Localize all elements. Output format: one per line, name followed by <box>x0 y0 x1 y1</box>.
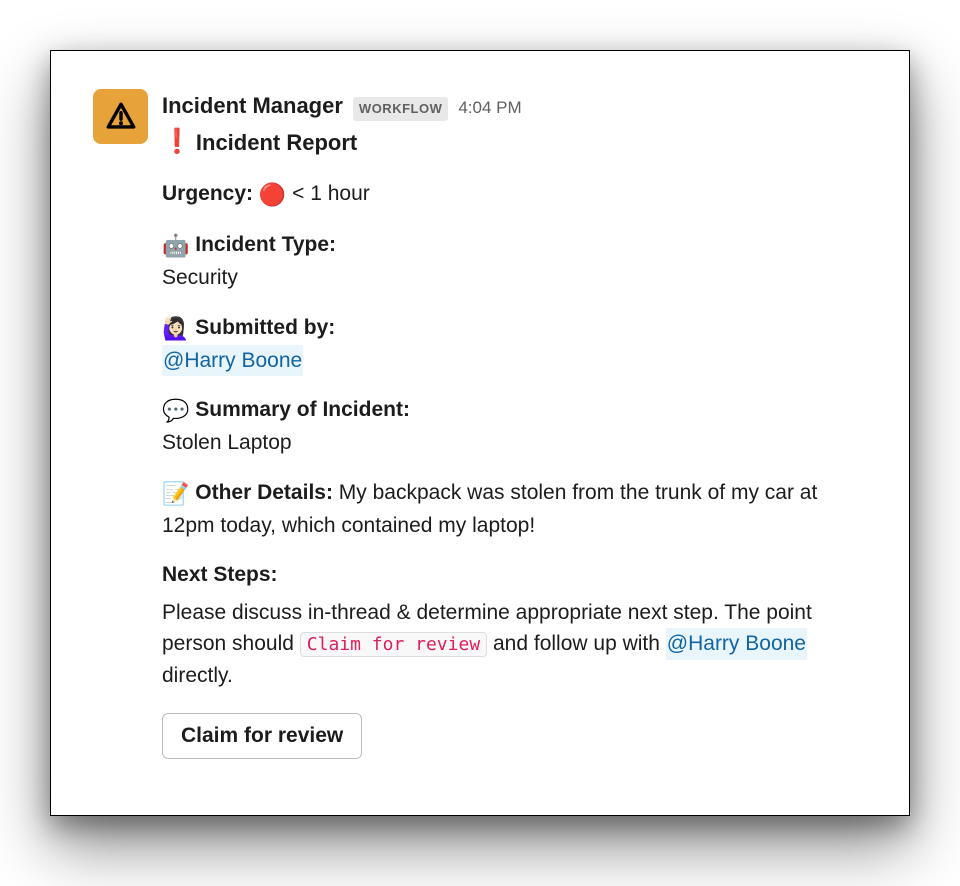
next-steps-mention[interactable]: @Harry Boone <box>666 628 807 660</box>
field-urgency: Urgency: 🔴 < 1 hour <box>162 178 867 211</box>
warning-icon <box>104 100 138 134</box>
submitter-mention[interactable]: @Harry Boone <box>162 345 303 377</box>
submitted-label: Submitted by: <box>195 316 335 339</box>
field-incident-type: 🤖 Incident Type: Security <box>162 229 867 294</box>
summary-value: Stolen Laptop <box>162 427 867 459</box>
message-header: Incident Manager WORKFLOW 4:04 PM <box>162 89 867 122</box>
next-steps-post: directly. <box>162 664 233 687</box>
field-other-details: 📝 Other Details: My backpack was stolen … <box>162 477 867 542</box>
type-value: Security <box>162 262 867 294</box>
robot-icon: 🤖 <box>162 233 189 258</box>
field-submitted-by: 🙋🏻‍♀️ Submitted by: @Harry Boone <box>162 312 867 377</box>
claim-for-review-button[interactable]: Claim for review <box>162 713 362 759</box>
message: Incident Manager WORKFLOW 4:04 PM ❗ Inci… <box>93 89 867 759</box>
message-body: Incident Manager WORKFLOW 4:04 PM ❗ Inci… <box>162 89 867 759</box>
workflow-badge: WORKFLOW <box>353 97 448 121</box>
next-steps-mid: and follow up with <box>493 632 666 655</box>
details-label: Other Details: <box>195 481 333 504</box>
next-steps-body: Please discuss in-thread & determine app… <box>162 597 867 692</box>
red-circle-icon: 🔴 <box>259 182 286 207</box>
memo-icon: 📝 <box>162 481 189 506</box>
urgency-label: Urgency: <box>162 182 253 205</box>
sender-name: Incident Manager <box>162 89 343 122</box>
inline-code-claim: Claim for review <box>300 632 487 657</box>
speech-bubble-icon: 💬 <box>162 398 189 423</box>
message-title: ❗ Incident Report <box>162 124 867 160</box>
message-card: Incident Manager WORKFLOW 4:04 PM ❗ Inci… <box>50 50 910 816</box>
timestamp: 4:04 PM <box>458 95 521 121</box>
avatar <box>93 89 148 144</box>
urgency-value: < 1 hour <box>292 182 370 205</box>
title-text: Incident Report <box>196 126 357 159</box>
next-steps-label: Next Steps: <box>162 559 867 591</box>
raising-hand-icon: 🙋🏻‍♀️ <box>162 316 189 341</box>
type-label: Incident Type: <box>195 233 336 256</box>
exclamation-icon: ❗ <box>162 124 192 160</box>
next-steps: Next Steps: Please discuss in-thread & d… <box>162 559 867 691</box>
field-summary: 💬 Summary of Incident: Stolen Laptop <box>162 394 867 459</box>
summary-label: Summary of Incident: <box>195 398 410 421</box>
